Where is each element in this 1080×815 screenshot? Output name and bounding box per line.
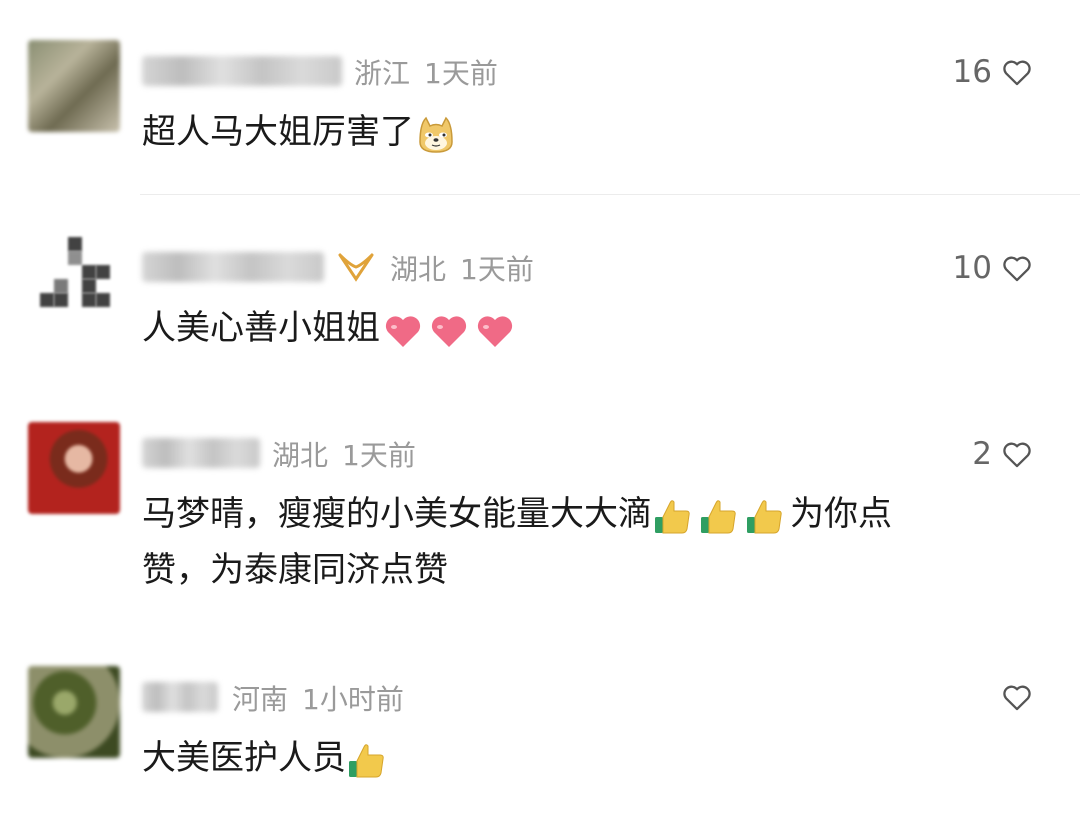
comment-body-line2: 赞，为泰康同济点赞 [142,550,448,590]
like-count: 2 [972,436,992,472]
comment-text: 大美医护人员 [142,730,1022,786]
comment-text: 超人马大姐厉害了 [142,104,1022,160]
location: 河南 [232,683,289,716]
comment-body: 马梦晴，瘦瘦的小美女能量大大滴 [142,494,652,534]
like-button[interactable]: 10 [953,250,1034,286]
like-button[interactable]: 16 [953,54,1034,90]
avatar[interactable] [28,40,120,132]
username-blurred[interactable] [142,252,324,282]
avatar[interactable] [28,422,120,514]
like-button[interactable]: 2 [972,436,1034,472]
doge-emoji [419,116,453,153]
comment-body: 超人马大姐厉害了 [142,112,414,152]
heart-outline-icon[interactable] [1000,55,1034,89]
comment-meta: 浙江 1天前 [354,52,498,92]
comment-body: 大美医护人员 [142,738,346,778]
vip-badge-icon [338,253,374,282]
comment-meta: 河南 1小时前 [232,678,404,718]
heart-emoji [385,315,513,347]
location: 湖北 [272,439,329,472]
comment-meta: 湖北 1天前 [272,434,416,474]
like-count: 10 [952,250,992,286]
location: 湖北 [390,253,447,286]
comment-text: 人美心善小姐姐 [142,300,1022,356]
comment-body-after: 为你点 [790,494,892,534]
username-blurred[interactable] [142,438,260,468]
like-button[interactable] [992,680,1034,714]
like-count: 16 [952,54,992,90]
timestamp: 1小时前 [302,683,404,716]
thumbs-up-emoji [655,499,782,533]
heart-outline-icon[interactable] [1000,680,1034,714]
username-blurred[interactable] [142,682,218,712]
timestamp: 1天前 [460,253,534,286]
thumbs-up-emoji [349,743,384,777]
timestamp: 1天前 [342,439,416,472]
comment-meta: 湖北 1天前 [390,248,534,288]
username-blurred[interactable] [142,56,342,86]
avatar[interactable] [28,233,120,325]
comment-body: 人美心善小姐姐 [142,308,380,348]
heart-outline-icon[interactable] [1000,437,1034,471]
timestamp: 1天前 [424,57,498,90]
avatar[interactable] [28,666,120,758]
comment-text: 马梦晴，瘦瘦的小美女能量大大滴 为你点赞，为泰康同济点赞 [142,486,1022,598]
location: 浙江 [354,57,411,90]
heart-outline-icon[interactable] [1000,251,1034,285]
divider [140,194,1080,195]
